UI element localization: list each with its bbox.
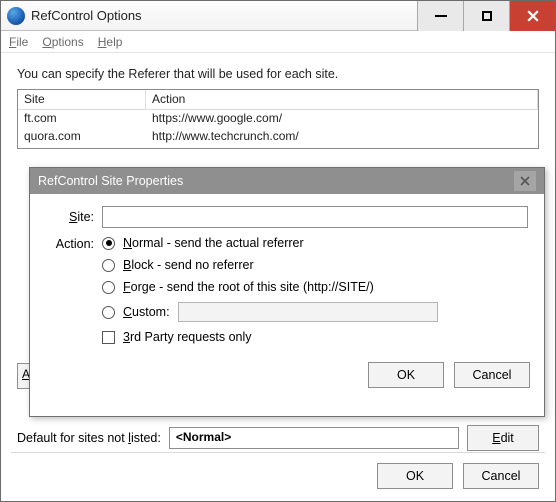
- main-window: RefControl Options File Options Help You…: [0, 0, 556, 502]
- radio-icon: [102, 237, 115, 250]
- col-action[interactable]: Action: [146, 90, 538, 109]
- content-area: You can specify the Referer that will be…: [1, 53, 555, 149]
- dialog-cancel-button[interactable]: Cancel: [454, 362, 530, 388]
- maximize-button[interactable]: [463, 1, 509, 31]
- action-label: Action:: [46, 237, 94, 251]
- close-icon: [520, 176, 530, 186]
- radio-icon: [102, 281, 115, 294]
- radio-forge-label: Forge - send the root of this site (http…: [123, 280, 374, 294]
- site-input[interactable]: [102, 206, 528, 228]
- dialog-body: Site: Action: Normal - send the actual r…: [30, 194, 544, 354]
- site-properties-dialog: RefControl Site Properties Site: Action:…: [29, 167, 545, 417]
- menu-options[interactable]: Options: [42, 35, 83, 49]
- cell-site: quora.com: [18, 128, 146, 146]
- radio-block[interactable]: Block - send no referrer: [102, 258, 528, 272]
- col-site[interactable]: Site: [18, 90, 146, 109]
- custom-input[interactable]: [178, 302, 438, 322]
- window-title: RefControl Options: [31, 8, 142, 23]
- radio-icon: [102, 259, 115, 272]
- radio-normal-label: Normal - send the actual referrer: [123, 236, 304, 250]
- table-row[interactable]: quora.com http://www.techcrunch.com/: [18, 128, 538, 146]
- minimize-button[interactable]: [417, 1, 463, 31]
- radio-icon: [102, 306, 115, 319]
- close-button[interactable]: [509, 1, 555, 31]
- dialog-ok-button[interactable]: OK: [368, 362, 444, 388]
- main-ok-button[interactable]: OK: [377, 463, 453, 489]
- dialog-title: RefControl Site Properties: [38, 174, 183, 188]
- cell-action: http://www.techcrunch.com/: [146, 128, 538, 146]
- description-text: You can specify the Referer that will be…: [17, 67, 539, 81]
- separator: [11, 452, 545, 453]
- minimize-icon: [435, 15, 447, 17]
- maximize-icon: [482, 11, 492, 21]
- menubar: File Options Help: [1, 31, 555, 53]
- table-row[interactable]: ft.com https://www.google.com/: [18, 110, 538, 128]
- table-header: Site Action: [18, 90, 538, 110]
- default-row: Default for sites not listed: <Normal> E…: [17, 425, 539, 451]
- radio-block-label: Block - send no referrer: [123, 258, 254, 272]
- dialog-button-row: OK Cancel: [30, 354, 544, 400]
- menu-file[interactable]: File: [9, 35, 28, 49]
- dialog-titlebar: RefControl Site Properties: [30, 168, 544, 194]
- dialog-close-button[interactable]: [514, 171, 536, 191]
- cell-action: https://www.google.com/: [146, 110, 538, 128]
- sites-table: Site Action ft.com https://www.google.co…: [17, 89, 539, 149]
- radio-custom[interactable]: Custom:: [102, 302, 528, 322]
- titlebar: RefControl Options: [1, 1, 555, 31]
- radio-normal[interactable]: Normal - send the actual referrer: [102, 236, 528, 250]
- action-row: Action: Normal - send the actual referre…: [46, 236, 528, 344]
- window-controls: [417, 1, 555, 31]
- radio-custom-label: Custom:: [123, 305, 170, 319]
- menu-help[interactable]: Help: [98, 35, 123, 49]
- radio-forge[interactable]: Forge - send the root of this site (http…: [102, 280, 528, 294]
- cell-site: ft.com: [18, 110, 146, 128]
- main-cancel-button[interactable]: Cancel: [463, 463, 539, 489]
- edit-button[interactable]: Edit: [467, 425, 539, 451]
- app-icon: [7, 7, 25, 25]
- close-icon: [527, 10, 539, 22]
- checkbox-icon: [102, 331, 115, 344]
- third-party-checkbox[interactable]: 3rd Party requests only: [102, 330, 528, 344]
- default-label: Default for sites not listed:: [17, 431, 161, 445]
- third-party-label: 3rd Party requests only: [123, 330, 252, 344]
- main-button-row: OK Cancel: [377, 463, 539, 489]
- site-label: Site:: [46, 210, 94, 224]
- site-row: Site:: [46, 206, 528, 228]
- default-value[interactable]: <Normal>: [169, 427, 459, 449]
